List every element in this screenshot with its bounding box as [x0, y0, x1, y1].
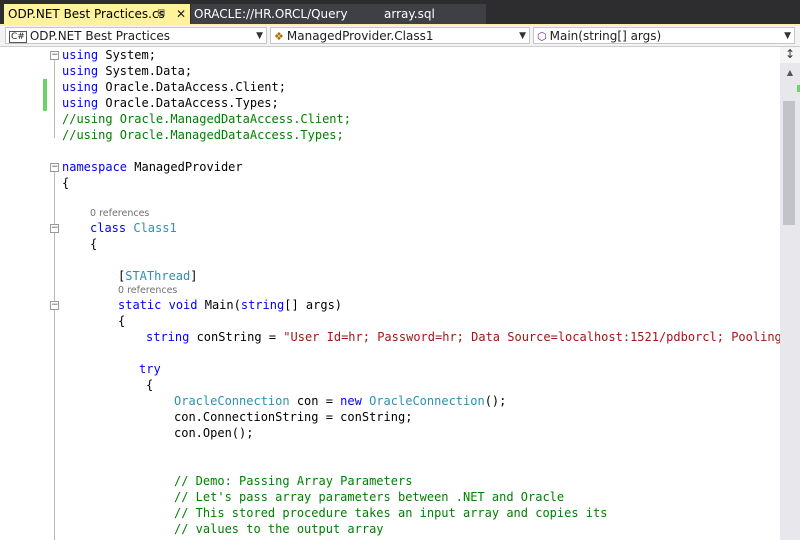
collapse-icon[interactable]: − — [50, 51, 59, 60]
type-dropdown[interactable]: ❖ ManagedProvider.Class1 ▼ — [270, 27, 530, 44]
code-editor[interactable]: − − − − using System; using System.Data;… — [0, 47, 780, 540]
vertical-scrollbar[interactable]: ↕ ▲ — [780, 47, 800, 540]
code-line: string conString = "User Id=hr; Password… — [146, 330, 780, 344]
navigation-bar: C# ODP.NET Best Practices ▼ ❖ ManagedProvi… — [0, 26, 800, 47]
tab-title: ODP.NET Best Practices.cs — [8, 7, 165, 21]
code-line-comment: //using Oracle.ManagedDataAccess.Client; — [62, 112, 351, 126]
code-line: using Oracle.DataAccess.Client; — [62, 80, 286, 94]
collapse-icon[interactable]: − — [50, 224, 59, 233]
tab-array-sql[interactable]: array.sql — [372, 4, 486, 24]
code-line: { — [118, 314, 126, 328]
type-dropdown-label: ManagedProvider.Class1 — [286, 29, 434, 43]
scroll-up-icon[interactable]: ▲ — [780, 66, 800, 80]
pin-icon[interactable]: ⊟ — [157, 4, 165, 24]
code-line-comment: // This stored procedure takes an input … — [174, 506, 608, 520]
split-icon[interactable]: ↕ — [780, 47, 800, 63]
code-line-comment: // values to the output array — [174, 522, 384, 536]
class-icon: ❖ — [274, 30, 284, 43]
changed-line-marker — [43, 79, 47, 95]
close-icon[interactable]: ✕ — [176, 4, 186, 24]
code-line: OracleConnection con = new OracleConnect… — [174, 394, 507, 408]
member-dropdown-label: Main(string[] args) — [549, 29, 662, 43]
code-line: using System; — [62, 48, 156, 62]
code-line: { — [62, 176, 70, 190]
method-icon: ⬡ — [537, 30, 547, 43]
code-line: con.ConnectionString = conString; — [174, 410, 413, 424]
code-line: namespace ManagedProvider — [62, 160, 243, 174]
project-dropdown[interactable]: C# ODP.NET Best Practices ▼ — [5, 27, 267, 44]
code-line: con.Open(); — [174, 426, 254, 440]
code-line: { — [90, 237, 98, 251]
code-line: using Oracle.DataAccess.Types; — [62, 96, 279, 110]
dropdown-arrow-icon: ▼ — [519, 31, 526, 41]
code-line: { — [146, 378, 154, 392]
document-tab-strip: ODP.NET Best Practices.cs ⊟ ✕ ORACLE://H… — [0, 0, 800, 24]
changed-line-marker — [43, 95, 47, 111]
code-line-comment: // Let's pass array parameters between .… — [174, 490, 565, 504]
tab-oracle-query[interactable]: ORACLE://HR.ORCL/Query — [191, 4, 374, 24]
collapse-icon[interactable]: − — [50, 163, 59, 172]
code-line: class Class1 — [90, 221, 177, 235]
code-line-comment: // Demo: Passing Array Parameters — [174, 474, 413, 488]
codelens-references[interactable]: 0 references — [90, 208, 149, 220]
codelens-references[interactable]: 0 references — [118, 285, 177, 297]
member-dropdown[interactable]: ⬡ Main(string[] args) ▼ — [533, 27, 795, 44]
code-line-comment: //using Oracle.ManagedDataAccess.Types; — [62, 128, 344, 142]
code-line: [STAThread] — [118, 269, 198, 283]
outline-guide — [54, 60, 55, 138]
dropdown-arrow-icon: ▼ — [784, 31, 791, 41]
scrollbar-thumb[interactable] — [783, 101, 795, 225]
tab-odp-best-practices[interactable]: ODP.NET Best Practices.cs ⊟ ✕ — [4, 4, 190, 24]
csharp-project-icon: C# — [9, 31, 27, 43]
code-line: try — [139, 362, 161, 376]
code-line: using System.Data; — [62, 64, 193, 78]
code-line: static void Main(string[] args) — [118, 298, 343, 312]
project-dropdown-label: ODP.NET Best Practices — [29, 29, 170, 43]
dropdown-arrow-icon: ▼ — [256, 31, 263, 41]
collapse-icon[interactable]: − — [50, 301, 59, 310]
